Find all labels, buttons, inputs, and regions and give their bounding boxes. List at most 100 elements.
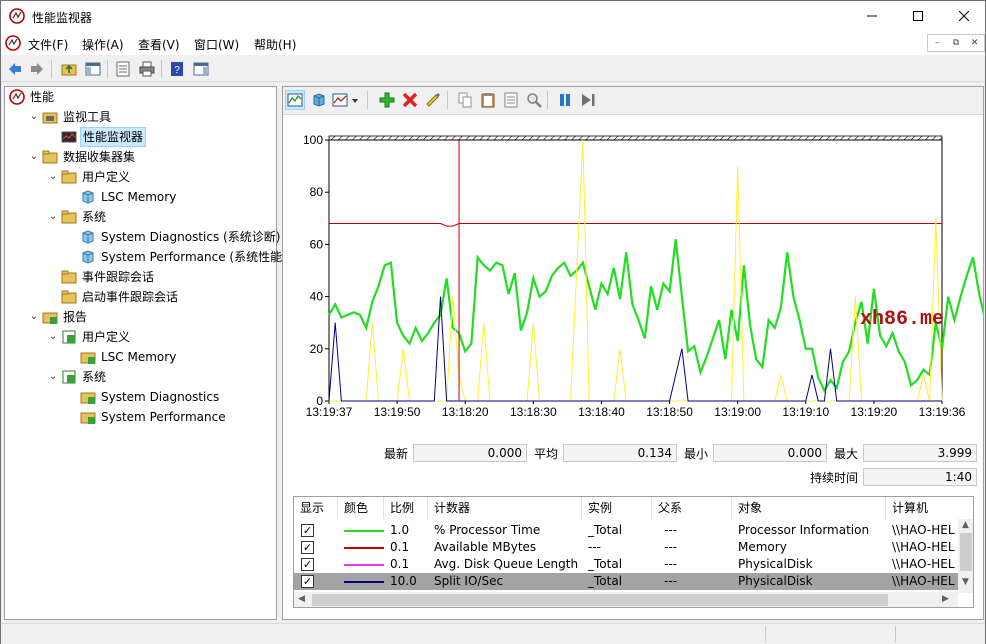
update-data-button[interactable] (578, 90, 598, 110)
properties-button[interactable] (113, 59, 133, 79)
help-button[interactable]: ? (167, 59, 187, 79)
tree-item[interactable]: ⌄ 用户定义 (5, 167, 275, 187)
copy-icon (458, 92, 472, 108)
series-color-swatch (344, 581, 384, 583)
performance-chart[interactable]: 02040608010013:19:37 13:19:50 13:18:20 13:1… (283, 117, 983, 417)
tree-item[interactable]: 性能监视器 (5, 127, 275, 147)
show-hide-action-pane-button[interactable] (191, 59, 211, 79)
tree-item[interactable]: System Diagnostics (系统诊断) (5, 227, 280, 247)
back-button[interactable] (5, 59, 25, 79)
view-log-data-button[interactable] (309, 90, 329, 110)
table-row[interactable]: ✓ 0.1 Available MBytes --- --- Memory \\HAO-HE… (294, 539, 959, 556)
mdi-restore-button[interactable]: ⧉ (947, 35, 966, 51)
tree-item[interactable]: ⌄ 监视工具 (5, 107, 275, 127)
show-checkbox[interactable]: ✓ (301, 558, 314, 571)
menu-help[interactable]: 帮助(H) (254, 36, 296, 53)
cell-instance: --- (588, 540, 601, 554)
header-col-instance[interactable]: 实例 (582, 497, 652, 519)
change-graph-type-button[interactable] (331, 90, 361, 110)
title-bar[interactable]: 性能监视器 (1, 1, 985, 31)
scroll-up-icon[interactable]: ▲ (962, 520, 969, 530)
stat-last-value: 0.000 (413, 444, 527, 462)
horizontal-scroll-thumb[interactable] (312, 594, 888, 606)
tree-item[interactable]: ⌄ 数据收集器集 (5, 147, 275, 167)
table-row[interactable]: ✓ 0.1 Avg. Disk Queue Length _Total --- Physi… (294, 556, 959, 573)
print-button[interactable] (137, 59, 157, 79)
header-col-scale[interactable]: 比例 (384, 497, 428, 519)
tree-item[interactable]: ⌄ 系统 (5, 367, 275, 387)
mdi-close-button[interactable]: ✕ (965, 35, 984, 51)
show-checkbox[interactable]: ✓ (301, 575, 314, 588)
header-col-counter[interactable]: 计数器 (428, 497, 582, 519)
folder-icon (61, 270, 77, 284)
pause-icon (560, 94, 570, 106)
tree-item[interactable]: LSC Memory (5, 187, 275, 207)
properties-button-2[interactable] (501, 90, 521, 110)
report-icon (62, 330, 76, 344)
header-col-color[interactable]: 颜色 (338, 497, 384, 519)
show-checkbox[interactable]: ✓ (301, 541, 314, 554)
tree-item[interactable]: LSC Memory (5, 347, 275, 367)
printer-icon (139, 61, 155, 77)
cell-scale: 10.0 (390, 574, 417, 588)
tree-item[interactable]: ⌄ 用户定义 (5, 327, 275, 347)
menu-view[interactable]: 查看(V) (138, 36, 180, 53)
report-folder-icon (80, 352, 96, 364)
close-button[interactable] (941, 1, 986, 31)
cell-instance: _Total (588, 574, 623, 588)
paste-counter-list-button[interactable] (478, 90, 498, 110)
maximize-button[interactable] (895, 1, 941, 31)
expand-chevron-icon[interactable]: ⌄ (47, 327, 59, 347)
tree-item[interactable]: 事件跟踪会话 (5, 267, 275, 287)
header-col-show[interactable]: 显示 (294, 497, 338, 519)
vertical-scroll-thumb[interactable] (960, 533, 972, 571)
expand-chevron-icon[interactable]: ⌄ (47, 167, 59, 187)
header-col-computer[interactable]: 计算机 (886, 497, 973, 519)
tree-item[interactable]: System Diagnostics (5, 387, 275, 407)
tree-item[interactable]: ⌄ 系统 (5, 207, 275, 227)
add-counter-button[interactable] (377, 90, 397, 110)
menu-action[interactable]: 操作(A) (82, 36, 124, 53)
copy-properties-button[interactable] (455, 90, 475, 110)
tree-item[interactable]: 启动事件跟踪会话 (5, 287, 275, 307)
tree-item[interactable]: ⌄ 报告 (5, 307, 275, 327)
up-folder-button[interactable] (59, 59, 79, 79)
expand-chevron-icon[interactable]: ⌄ (28, 107, 40, 127)
show-hide-tree-button[interactable] (83, 59, 103, 79)
highlight-button[interactable] (423, 90, 443, 110)
x-tick-label: 13:18:30 (510, 405, 557, 417)
scroll-down-icon[interactable]: ▼ (962, 577, 969, 587)
forward-arrow-icon (31, 63, 43, 75)
table-row[interactable]: ✓ 1.0 % Processor Time _Total --- Processor I… (294, 522, 959, 539)
mdi-minimize-button[interactable]: – (928, 35, 947, 51)
series-color-swatch (344, 547, 384, 549)
expand-chevron-icon[interactable]: ⌄ (47, 207, 59, 227)
show-checkbox[interactable]: ✓ (301, 524, 314, 537)
tree-item[interactable]: System Performance (系统性能) (5, 247, 287, 267)
expand-chevron-icon[interactable]: ⌄ (28, 147, 40, 167)
scroll-right-icon[interactable]: ▶ (942, 594, 949, 604)
menu-window[interactable]: 窗口(W) (194, 36, 239, 53)
perf-icon (9, 8, 25, 24)
expand-chevron-icon[interactable]: ⌄ (28, 307, 40, 327)
table-row[interactable]: ✓ 10.0 Split IO/Sec _Total --- PhysicalDisk \\… (294, 573, 959, 590)
tree-item-label: LSC Memory (101, 190, 177, 204)
tree-item[interactable]: 性能 (5, 87, 275, 107)
tree-item[interactable]: System Performance (5, 407, 275, 427)
scroll-left-icon[interactable]: ◀ (298, 594, 305, 604)
header-col-parent[interactable]: 父系 (652, 497, 732, 519)
freeze-display-button[interactable] (555, 90, 575, 110)
perf-icon[interactable] (5, 35, 21, 51)
horizontal-scrollbar[interactable]: ◀ ▶ (294, 592, 958, 607)
view-current-activity-button[interactable] (285, 90, 305, 110)
delete-counter-button[interactable] (400, 90, 420, 110)
zoom-button[interactable] (524, 90, 544, 110)
minimize-button[interactable] (849, 1, 895, 31)
menu-file[interactable]: 文件(F) (28, 36, 68, 53)
forward-button[interactable] (27, 59, 47, 79)
tree-item-label: 监视工具 (63, 110, 112, 124)
folder-up-icon (61, 64, 77, 76)
expand-chevron-icon[interactable]: ⌄ (47, 367, 59, 387)
vertical-scrollbar[interactable]: ▲ ▼ (958, 519, 973, 593)
header-col-object[interactable]: 对象 (732, 497, 886, 519)
